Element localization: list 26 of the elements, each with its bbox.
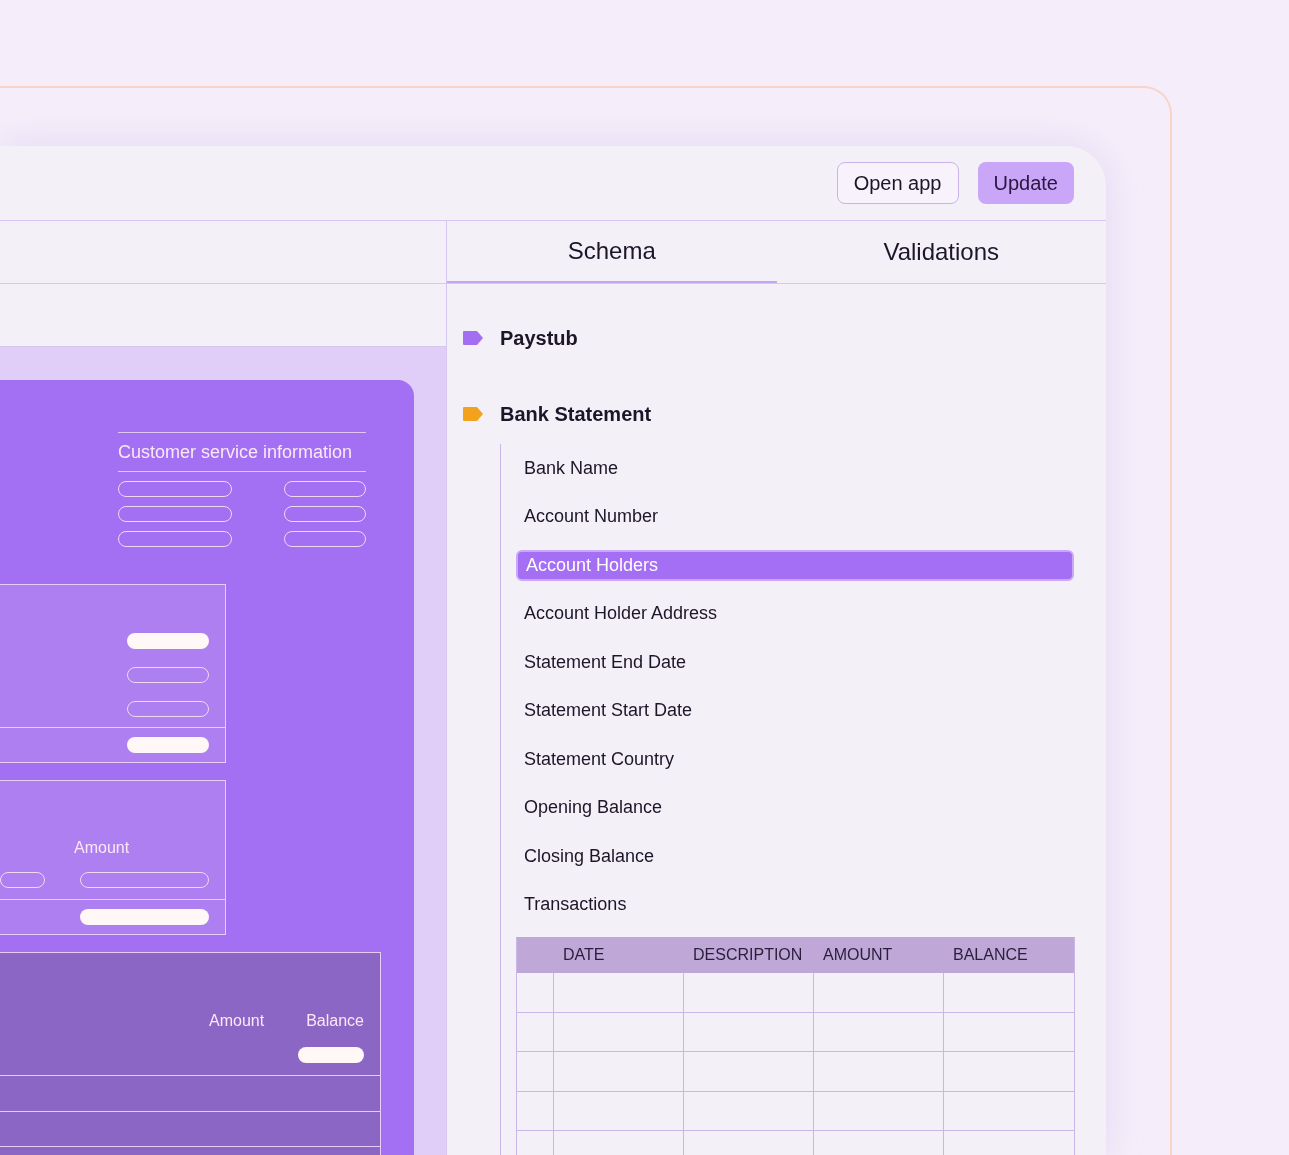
update-button[interactable]: Update bbox=[977, 162, 1074, 204]
column-header: DATE bbox=[562, 945, 606, 965]
tag-icon bbox=[463, 407, 483, 421]
schema-field[interactable]: Statement Country bbox=[516, 743, 1074, 775]
tab[interactable]: Schema bbox=[447, 221, 777, 283]
tab[interactable]: Validations bbox=[776, 221, 1106, 283]
schema-field[interactable]: Account Number bbox=[516, 501, 1074, 533]
open-app-button[interactable]: Open app bbox=[836, 162, 959, 204]
column-header: AMOUNT bbox=[822, 945, 894, 965]
column-header: Balance bbox=[306, 1011, 364, 1031]
schema-field[interactable]: Opening Balance bbox=[516, 792, 1074, 824]
schema-field[interactable]: Statement End Date bbox=[516, 646, 1074, 678]
schema-field[interactable]: Account Holder Address bbox=[516, 598, 1074, 630]
schema-field[interactable]: Statement Start Date bbox=[516, 695, 1074, 727]
schema-group-title[interactable]: Paystub bbox=[500, 323, 578, 353]
tag-icon bbox=[463, 331, 483, 345]
schema-group-title[interactable]: Bank Statement bbox=[500, 399, 652, 429]
section-title: Customer service information bbox=[118, 441, 354, 464]
column-header: DESCRIPTION bbox=[692, 945, 804, 965]
column-header: Amount bbox=[209, 1011, 265, 1031]
schema-field[interactable]: Closing Balance bbox=[516, 840, 1074, 872]
schema-field[interactable]: Transactions bbox=[516, 889, 1074, 921]
column-header: BALANCE bbox=[952, 945, 1029, 965]
schema-field[interactable]: Bank Name bbox=[516, 452, 1074, 484]
amount-label: Amount bbox=[74, 838, 131, 857]
filled-placeholder-bar bbox=[298, 1047, 364, 1063]
